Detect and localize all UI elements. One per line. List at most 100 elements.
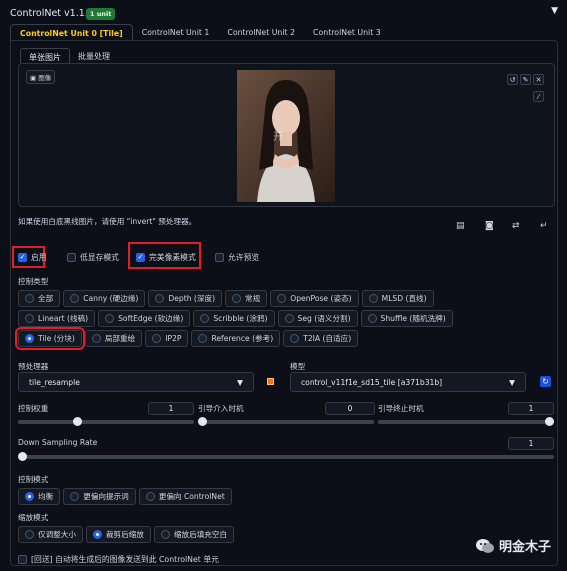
tab-unit-2[interactable]: ControlNet Unit 2 [218,24,304,41]
start-slider-thumb[interactable] [198,417,207,426]
control-type-option-8[interactable]: Scribble (涂鸦) [193,310,275,327]
radio-unselected-icon [70,492,80,501]
control-type-option-3[interactable]: 常规 [225,290,268,307]
weight-input[interactable]: 1 [148,402,194,415]
start-slider[interactable] [198,417,374,426]
control-type-option-label: Canny (硬边缘) [83,294,139,303]
tab-unit-3[interactable]: ControlNet Unit 3 [304,24,390,41]
radio-selected-icon [25,334,34,343]
radio-unselected-icon [284,314,294,323]
allow-preview-label: 允许预览 [228,253,260,262]
control-type-option-13[interactable]: IP2P [145,330,189,347]
model-select[interactable]: control_v11f1e_sd15_tile [a371b31b] ▼ [290,372,526,392]
checkbox-checked-icon: ✓ [136,253,145,262]
resize-mode-option-label: 裁剪后缩放 [105,530,144,539]
lowvram-checkbox[interactable]: 低显存模式 [67,252,119,263]
control-mode-option-1[interactable]: 更偏向提示词 [63,488,136,505]
end-slider[interactable] [378,417,554,426]
tab-single-image[interactable]: 单张图片 [20,48,70,63]
allow-preview-checkbox[interactable]: 允许预览 [215,252,259,263]
control-type-option-11[interactable]: Tile (分块) [15,327,85,350]
radio-selected-icon [92,530,102,539]
unit-tabs: ControlNet Unit 0 [Tile] ControlNet Unit… [10,24,390,41]
control-type-option-label: 局部重绘 [104,334,136,343]
triangle-down-icon[interactable]: ▼ [551,6,558,16]
image-label: ▣ 图像 [26,70,56,84]
downsample-input[interactable]: 1 [508,437,554,450]
radio-unselected-icon [70,294,80,303]
radio-unselected-icon [152,334,162,343]
control-type-option-12[interactable]: 局部重绘 [84,330,143,347]
radio-unselected-icon [91,334,101,343]
control-mode-option-2[interactable]: 更偏向 ControlNet [138,488,232,505]
new-canvas-icon[interactable]: ▤ [456,221,465,231]
chevron-down-icon: ▼ [509,377,515,387]
downsample-slider-thumb[interactable] [18,452,27,461]
preprocessor-value: tile_resample [29,377,80,387]
control-type-option-2[interactable]: Depth (深度) [148,290,223,307]
close-icon[interactable]: ✕ [533,74,544,85]
radio-unselected-icon [160,530,170,539]
control-type-option-label: OpenPose (姿态) [290,294,352,303]
start-label: 引导介入时机 [198,404,244,413]
control-type-option-1[interactable]: Canny (硬边缘) [63,290,146,307]
radio-unselected-icon [155,294,165,303]
chevron-down-icon: ▼ [237,377,243,387]
enable-checkbox[interactable]: ✓ 启用 [18,252,47,263]
pixel-perfect-checkbox[interactable]: ✓ 完美像素模式 [136,252,196,263]
weight-slider-thumb[interactable] [73,417,82,426]
control-type-option-label: Lineart (线稿) [38,314,89,323]
refresh-icon[interactable]: ↻ [540,376,551,387]
edit-icon[interactable]: ✎ [520,74,531,85]
tab-unit-1[interactable]: ControlNet Unit 1 [133,24,219,41]
control-type-option-label: 全部 [38,294,54,303]
control-type-option-10[interactable]: Shuffle (随机洗牌) [360,310,453,327]
weight-label: 控制权重 [18,404,49,413]
control-type-option-0[interactable]: 全部 [18,290,61,307]
radio-unselected-icon [198,334,208,343]
control-type-option-5[interactable]: MLSD (直线) [361,290,434,307]
downsample-slider[interactable] [18,452,554,461]
control-type-option-9[interactable]: Seg (语义分割) [277,310,358,327]
resize-mode-option-1[interactable]: 裁剪后缩放 [85,526,151,543]
loopback-checkbox[interactable]: [回送] 自动将生成后的图像发送到此 ControlNet 单元 [18,554,219,565]
control-mode-option-label: 更偏向 ControlNet [158,492,225,501]
control-type-option-4[interactable]: OpenPose (姿态) [270,290,359,307]
control-type-option-15[interactable]: T2IA (自适应) [283,330,359,347]
resize-mode-option-2[interactable]: 缩放后填充空白 [153,526,235,543]
resize-mode-option-0[interactable]: 仅调整大小 [18,526,83,543]
unit-count-badge: 1 unit [86,8,116,20]
checkbox-unchecked-icon [18,555,27,564]
control-type-option-14[interactable]: Reference (参考) [191,330,281,347]
end-slider-thumb[interactable] [545,417,554,426]
control-type-option-label: SoftEdge (软边缘) [118,314,184,323]
loopback-label: [回送] 自动将生成后的图像发送到此 ControlNet 单元 [31,555,219,564]
control-mode-option-label: 更偏向提示词 [83,492,129,501]
control-type-option-label: Depth (深度) [168,294,216,303]
weight-slider[interactable] [18,417,194,426]
control-type-option-label: MLSD (直线) [381,294,427,303]
tab-batch[interactable]: 批量处理 [70,48,118,63]
lowvram-label: 低显存模式 [80,253,119,262]
pixel-perfect-label: 完美像素模式 [149,253,196,262]
radio-unselected-icon [232,294,242,303]
control-type-option-7[interactable]: SoftEdge (软边缘) [98,310,191,327]
tab-unit-0[interactable]: ControlNet Unit 0 [Tile] [10,24,133,41]
control-mode-option-0[interactable]: 均衡 [18,488,61,505]
resize-mode-group: 仅调整大小 裁剪后缩放 缩放后填充空白 [18,526,235,543]
control-type-option-label: IP2P [165,334,182,343]
swap-icon[interactable]: ⇄ [512,221,520,231]
brush-icon[interactable]: ⁄ [533,91,544,102]
camera-icon[interactable]: ◙ [485,221,494,231]
end-input[interactable]: 1 [508,402,554,415]
radio-unselected-icon [105,314,115,323]
start-input[interactable]: 0 [325,402,375,415]
wechat-icon [475,538,494,554]
send-dimensions-icon[interactable]: ↵ [540,221,548,231]
checkbox-unchecked-icon [67,253,76,262]
radio-unselected-icon [25,314,34,323]
rotate-icon[interactable]: ↺ [507,74,518,85]
preprocessor-select[interactable]: tile_resample ▼ [18,372,254,392]
control-type-option-6[interactable]: Lineart (线稿) [18,310,96,327]
run-preprocessor-icon[interactable] [267,378,274,385]
